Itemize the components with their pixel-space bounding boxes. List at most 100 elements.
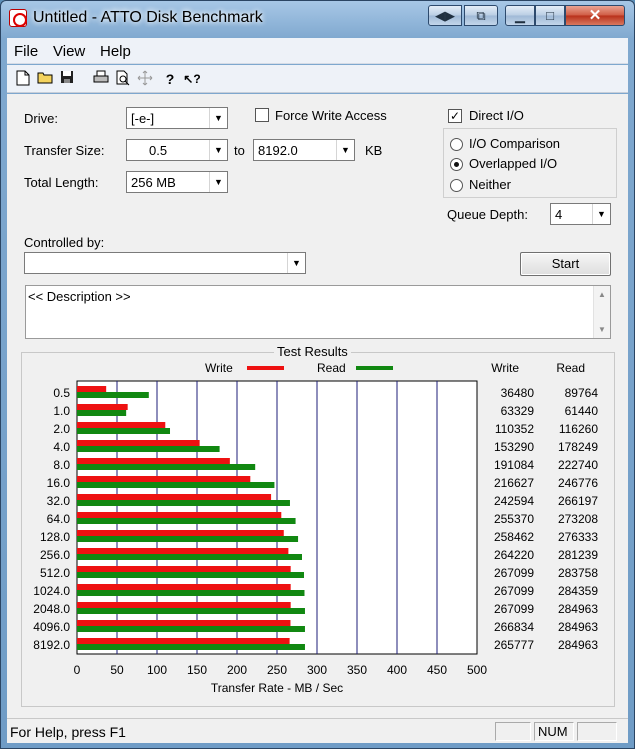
value-write: 264220 [494, 548, 534, 562]
print-preview-icon[interactable] [113, 69, 133, 89]
queue-depth-select[interactable]: 4 ▼ [550, 203, 611, 225]
y-tick-label: 8192.0 [33, 638, 70, 652]
status-bar: For Help, press F1 NUM [7, 718, 628, 743]
y-tick-label: 16.0 [47, 476, 71, 490]
menu-help[interactable]: Help [100, 43, 131, 60]
scroll-down-icon[interactable]: ▼ [598, 325, 606, 334]
bar-write [77, 638, 290, 644]
overlapped-io-radio[interactable] [450, 158, 463, 171]
total-length-label: Total Length: [24, 175, 99, 190]
value-read: 281239 [558, 548, 598, 562]
x-tick-label: 100 [147, 663, 167, 677]
app-window: Untitled - ATTO Disk Benchmark ◀▶ ⧉ ▁ □ … [0, 0, 635, 749]
x-tick-label: 350 [347, 663, 367, 677]
bar-write [77, 476, 251, 482]
legend-write-swatch [247, 366, 284, 370]
chevron-down-icon[interactable]: ▼ [209, 172, 227, 192]
value-write: 36480 [501, 386, 535, 400]
bar-read [77, 500, 290, 506]
column-header-write: Write [491, 361, 519, 375]
bar-write [77, 386, 107, 392]
transfer-size-to-select[interactable]: 8192.0 ▼ [253, 139, 355, 161]
description-text: << Description >> [28, 289, 131, 304]
value-read: 222740 [558, 458, 598, 472]
print-icon[interactable] [91, 69, 111, 89]
queue-depth-label: Queue Depth: [447, 207, 528, 222]
description-scrollbar[interactable]: ▲ ▼ [593, 286, 610, 338]
y-tick-label: 2.0 [53, 422, 70, 436]
force-write-checkbox[interactable] [255, 108, 269, 122]
test-results-group: 0 50 100 150 200 250 300 350 400 450 500 Transfer R… [21, 344, 615, 707]
open-folder-icon[interactable] [35, 69, 55, 89]
y-tick-label: 64.0 [47, 512, 71, 526]
y-tick-label: 512.0 [40, 566, 70, 580]
start-button[interactable]: Start [520, 252, 611, 276]
bar-write [77, 422, 166, 428]
menu-file[interactable]: File [14, 43, 38, 60]
value-read: 246776 [558, 476, 598, 490]
status-num-indicator: NUM [534, 722, 574, 741]
save-icon[interactable] [57, 69, 77, 89]
direct-io-checkbox[interactable]: ✓ [448, 109, 462, 123]
scroll-up-icon[interactable]: ▲ [598, 290, 606, 299]
transfer-size-label: Transfer Size: [24, 143, 105, 158]
value-write: 258462 [494, 530, 534, 544]
value-write: 255370 [494, 512, 534, 526]
description-textarea[interactable]: << Description >> ▲ ▼ [25, 285, 611, 339]
direct-io-label: Direct I/O [469, 108, 524, 123]
bar-write [77, 566, 291, 572]
bar-read [77, 518, 296, 524]
maximize-button[interactable]: □ [535, 5, 565, 26]
y-tick-label: 0.5 [53, 386, 70, 400]
chevron-down-icon[interactable]: ▼ [209, 140, 227, 160]
io-comparison-radio[interactable] [450, 138, 463, 151]
new-file-icon[interactable] [13, 69, 33, 89]
chevron-down-icon[interactable]: ▼ [209, 108, 227, 128]
bar-write [77, 548, 289, 554]
value-write: 265777 [494, 638, 534, 652]
chevron-down-icon[interactable]: ▼ [336, 140, 354, 160]
context-help-icon[interactable]: ↖? [182, 69, 202, 89]
y-tick-label: 8.0 [53, 458, 70, 472]
controlled-by-select[interactable]: ▼ [24, 252, 306, 274]
bar-write [77, 620, 291, 626]
transfer-size-to-value: 8192.0 [258, 143, 298, 158]
value-write: 63329 [501, 404, 535, 418]
value-read: 61440 [565, 404, 599, 418]
minimize-button[interactable]: ▁ [505, 5, 535, 26]
bar-read [77, 464, 256, 470]
transfer-size-from-select[interactable]: 0.5 ▼ [126, 139, 228, 161]
drive-value: [-e-] [131, 111, 155, 126]
bar-read [77, 590, 305, 596]
neither-radio[interactable] [450, 179, 463, 192]
bar-read [77, 446, 220, 452]
menu-view[interactable]: View [53, 43, 85, 60]
total-length-select[interactable]: 256 MB ▼ [126, 171, 228, 193]
help-icon[interactable]: ? [160, 69, 180, 89]
total-length-value: 256 MB [131, 175, 176, 190]
value-write: 110352 [495, 422, 534, 436]
value-read: 266197 [558, 494, 598, 508]
force-write-label: Force Write Access [275, 108, 387, 123]
move-icon[interactable] [135, 69, 155, 89]
drive-select[interactable]: [-e-] ▼ [126, 107, 228, 129]
controlled-by-label: Controlled by: [24, 235, 105, 250]
value-read: 116260 [559, 422, 598, 436]
close-button[interactable]: ✕ [565, 5, 625, 26]
arrows-caption-button[interactable]: ◀▶ [428, 5, 462, 26]
chevron-down-icon[interactable]: ▼ [287, 253, 305, 273]
y-tick-label: 2048.0 [33, 602, 70, 616]
status-pane-blank [495, 722, 531, 741]
y-tick-label: 4.0 [53, 440, 70, 454]
column-header-read: Read [556, 361, 585, 375]
value-read: 89764 [565, 386, 599, 400]
switch-window-caption-button[interactable]: ⧉ [464, 5, 498, 26]
title-bar[interactable]: Untitled - ATTO Disk Benchmark ◀▶ ⧉ ▁ □ … [1, 1, 634, 37]
bar-write [77, 458, 230, 464]
chevron-down-icon[interactable]: ▼ [592, 204, 610, 224]
x-tick-label: 0 [74, 663, 81, 677]
bar-write [77, 530, 284, 536]
x-tick-label: 150 [187, 663, 207, 677]
menu-bar: File View Help [7, 38, 628, 64]
kb-label: KB [365, 143, 383, 158]
